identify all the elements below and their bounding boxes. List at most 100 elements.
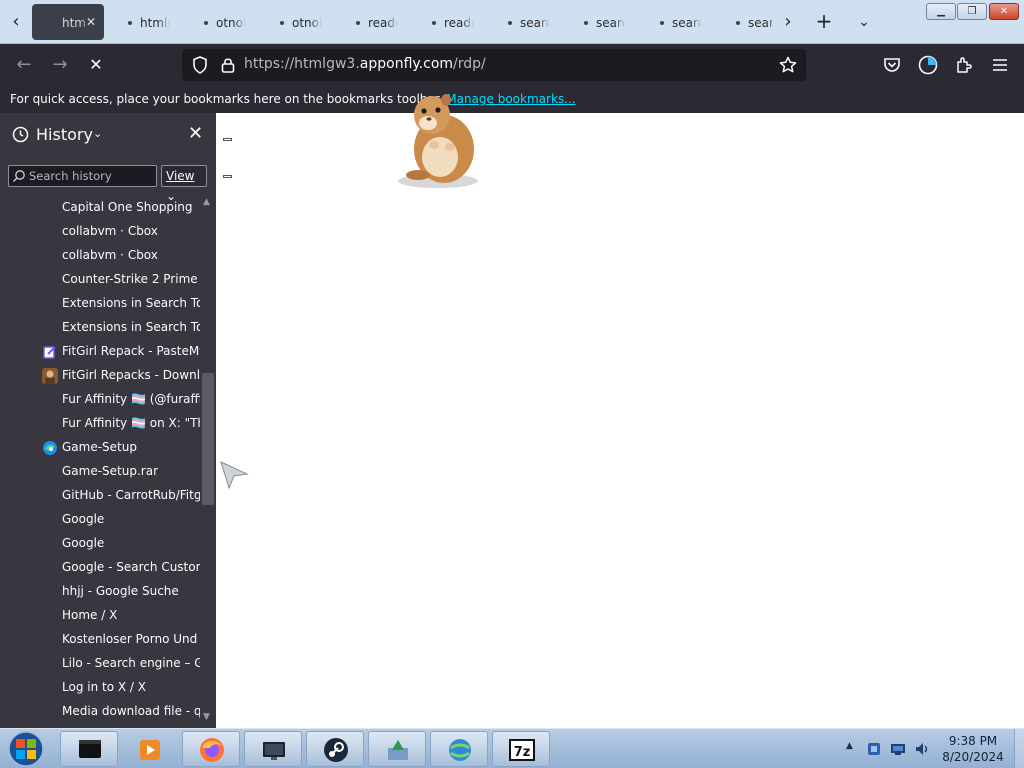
new-tab-button[interactable]: + xyxy=(812,10,836,34)
history-item[interactable]: Lilo - Search engine – Get xyxy=(0,652,200,676)
taskbar-7zip-app[interactable]: 7z xyxy=(492,731,550,767)
minimize-button[interactable]: ▁ xyxy=(926,3,956,20)
history-item-label: FitGirl Repacks - Downloa xyxy=(62,368,200,382)
tab[interactable]: searc xyxy=(508,4,550,40)
url-domain: apponfly.com xyxy=(359,56,454,72)
list-all-tabs-button[interactable]: ⌄ xyxy=(852,10,876,34)
search-history-field[interactable] xyxy=(8,165,157,187)
taskbar-terminal-app[interactable] xyxy=(60,731,118,767)
system-clock[interactable]: 9:38 PM 8/20/2024 xyxy=(936,733,1010,765)
sidebar-switcher-chevron-icon[interactable]: ⌄ xyxy=(93,127,102,140)
scroll-down-icon[interactable]: ▼ xyxy=(203,712,210,722)
history-item[interactable]: Kostenloser Porno Und Se xyxy=(0,628,200,652)
extensions-icon[interactable] xyxy=(953,54,975,76)
view-button[interactable]: View ⌄ xyxy=(161,165,207,203)
url-bar[interactable]: https://htmlgw3.apponfly.com/rdp/ xyxy=(182,49,806,81)
taskbar-firefox-app[interactable] xyxy=(182,731,240,767)
firefox-icon xyxy=(200,738,224,762)
history-scrollbar[interactable]: ▲ ▼ xyxy=(200,196,216,728)
volume-tray-icon[interactable] xyxy=(914,741,930,757)
tab[interactable]: searc xyxy=(660,4,702,40)
bookmark-star-icon[interactable] xyxy=(778,55,798,75)
history-item[interactable]: Game-Setup xyxy=(0,436,200,460)
history-item-label: hhjj - Google Suche xyxy=(62,584,179,598)
tracking-protection-icon[interactable] xyxy=(190,55,210,75)
terminal-icon xyxy=(79,740,101,758)
close-window-button[interactable]: ✕ xyxy=(989,3,1019,20)
shield-tray-icon[interactable] xyxy=(866,741,882,757)
tab[interactable]: reade xyxy=(356,4,398,40)
restore-button[interactable]: ❐ xyxy=(957,3,987,20)
scroll-up-icon[interactable]: ▲ xyxy=(203,197,210,207)
url-prefix: https://htmlgw3. xyxy=(244,56,360,72)
history-item-label: Home / X xyxy=(62,608,118,622)
tab[interactable]: reade xyxy=(432,4,474,40)
tab[interactable]: otnol xyxy=(280,4,322,40)
history-item[interactable]: collabvm · Cbox xyxy=(0,220,200,244)
network-tray-icon[interactable] xyxy=(890,741,906,757)
taskbar-display-app[interactable] xyxy=(244,731,302,767)
menu-icon[interactable] xyxy=(989,54,1011,76)
history-item[interactable]: Counter-Strike 2 Prime Sta xyxy=(0,268,200,292)
history-item-label: collabvm · Cbox xyxy=(62,224,158,238)
scroll-tabs-right-icon[interactable]: › xyxy=(776,10,800,34)
sidebar-header: History ⌄ ✕ xyxy=(0,113,216,157)
url-path: /rdp/ xyxy=(453,56,486,72)
history-item-label: Google xyxy=(62,536,105,550)
history-item-label: Fur Affinity 🏳️‍⚧️ on X: "The f xyxy=(62,416,200,430)
history-item[interactable]: Capital One Shopping xyxy=(0,196,200,220)
history-item-label: Game-Setup.rar xyxy=(62,464,159,478)
tab[interactable]: searc xyxy=(736,4,772,40)
globe-download-icon xyxy=(449,739,471,761)
tab-dot-icon xyxy=(204,20,208,25)
clock-time: 9:38 PM xyxy=(948,734,998,748)
show-hidden-icons-icon[interactable]: ▲ xyxy=(846,741,853,751)
history-item-label: Kostenloser Porno Und Se xyxy=(62,632,200,646)
forward-button[interactable]: → xyxy=(48,53,72,77)
sidebar-close-icon[interactable]: ✕ xyxy=(188,123,203,144)
taskbar-network-app[interactable] xyxy=(430,731,488,767)
history-item[interactable]: hhjj - Google Suche xyxy=(0,580,200,604)
stop-button[interactable]: ✕ xyxy=(84,53,108,77)
history-item[interactable]: GitHub - CarrotRub/Fitgirl xyxy=(0,484,200,508)
pastemytxt-icon xyxy=(43,346,56,359)
show-desktop-button[interactable] xyxy=(1014,729,1024,768)
history-item-label: Google xyxy=(62,512,105,526)
history-item[interactable]: Game-Setup.rar xyxy=(0,460,200,484)
search-history-input[interactable] xyxy=(29,168,153,184)
pocket-icon[interactable] xyxy=(881,54,903,76)
tab-close-icon[interactable]: ✕ xyxy=(86,4,96,40)
taskbar-media-player-app[interactable] xyxy=(120,731,178,767)
history-item[interactable]: Google xyxy=(0,508,200,532)
history-item[interactable]: FitGirl Repack - PasteMyTx xyxy=(0,340,200,364)
history-item[interactable]: Fur Affinity 🏳️‍⚧️ (@furaffinit xyxy=(0,388,200,412)
history-item[interactable]: Extensions in Search Tools xyxy=(0,292,200,316)
history-item[interactable]: Fur Affinity 🏳️‍⚧️ on X: "The f xyxy=(0,412,200,436)
history-item[interactable]: Google xyxy=(0,532,200,556)
history-item[interactable]: Media download file - qbi xyxy=(0,700,200,724)
history-item[interactable]: Home / X xyxy=(0,604,200,628)
tab-active[interactable]: htm ✕ xyxy=(32,4,104,40)
lock-icon[interactable] xyxy=(218,55,238,75)
page-content[interactable] xyxy=(216,94,1024,728)
taskbar-steam-app[interactable] xyxy=(306,731,364,767)
history-item[interactable]: FitGirl Repacks - Downloa xyxy=(0,364,200,388)
navigation-toolbar: ← → ✕ https://htmlgw3.apponfly.com/rdp/ xyxy=(0,44,1024,86)
tab[interactable]: htmlg xyxy=(128,4,170,40)
taskbar-installer-app[interactable] xyxy=(368,731,426,767)
history-item[interactable]: collabvm · Cbox xyxy=(0,244,200,268)
tab[interactable]: searc xyxy=(584,4,626,40)
history-item[interactable]: Log in to X / X xyxy=(0,676,200,700)
history-item[interactable]: Google - Search Customiz xyxy=(0,556,200,580)
tab[interactable]: otnol xyxy=(204,4,246,40)
tab-dot-icon xyxy=(584,20,588,25)
history-item-label: Capital One Shopping xyxy=(62,200,193,214)
account-icon[interactable] xyxy=(917,54,939,76)
start-orb-icon[interactable] xyxy=(4,730,48,768)
back-button[interactable]: ← xyxy=(12,53,36,77)
scrollbar-thumb[interactable] xyxy=(202,373,214,505)
display-icon xyxy=(263,742,285,760)
history-item[interactable]: Extensions in Search Tools xyxy=(0,316,200,340)
sidebar-title[interactable]: History xyxy=(36,125,93,144)
scroll-tabs-left-icon[interactable]: ‹ xyxy=(4,10,28,34)
